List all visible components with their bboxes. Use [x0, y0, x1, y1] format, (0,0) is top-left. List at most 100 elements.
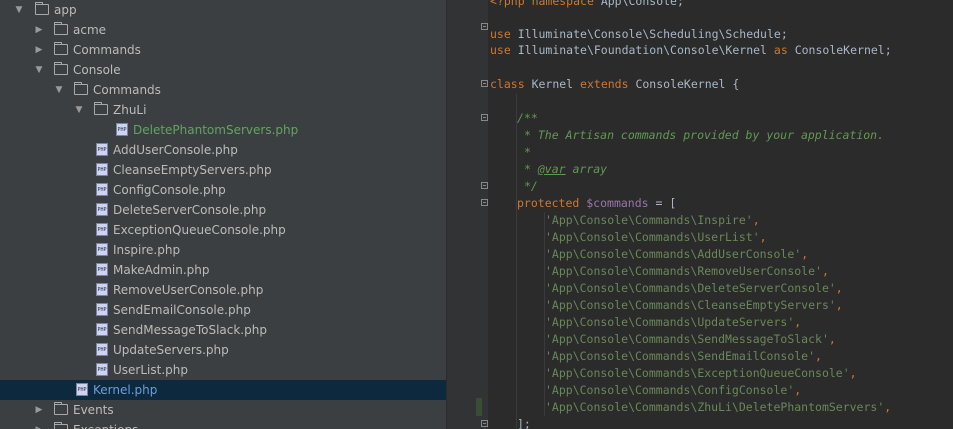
folder-icon: [54, 422, 68, 429]
keyword: protected: [517, 196, 580, 210]
tree-item-label: Kernel.php: [93, 383, 158, 397]
project-tree[interactable]: ▼ app ▶ acme ▶ Commands ▼ Console ▼ Comm…: [0, 0, 446, 429]
collapsed-arrow-icon[interactable]: ▶: [34, 400, 44, 420]
comma: ,: [835, 281, 843, 295]
tree-item-label: SendEmailConsole.php: [113, 303, 251, 317]
code-line-command: 'App\Console\Commands\CleanseEmptyServer…: [545, 297, 843, 314]
fold-marker-icon[interactable]: [481, 182, 488, 189]
tree-item-commands[interactable]: ▶ Commands: [0, 40, 446, 60]
tree-item-label: acme: [73, 23, 107, 37]
editor-gutter[interactable]: [453, 0, 488, 429]
tree-item-label: ConfigConsole.php: [113, 183, 226, 197]
command-string: 'App\Console\Commands\ConfigConsole': [545, 383, 795, 397]
php-file-icon: PHP: [96, 163, 108, 176]
command-string: 'App\Console\Commands\UpdateServers': [545, 315, 795, 329]
expanded-arrow-icon[interactable]: ▼: [14, 0, 24, 20]
code-line-command: 'App\Console\Commands\ZhuLi\DeletePhanto…: [545, 399, 891, 416]
fold-marker-icon[interactable]: [481, 114, 488, 121]
tree-item-file[interactable]: PHP ConfigConsole.php: [0, 180, 446, 200]
tree-item-kernel-selected[interactable]: PHP Kernel.php: [0, 380, 446, 400]
tree-item-zhuli[interactable]: ▼ ZhuLi: [0, 100, 446, 120]
command-string: 'App\Console\Commands\Inspire': [545, 213, 753, 227]
panel-splitter[interactable]: [446, 0, 453, 429]
tree-item-file[interactable]: PHP RemoveUserConsole.php: [0, 280, 446, 300]
tree-item-label: Events: [73, 403, 114, 417]
namespace-name: App\Console;: [600, 0, 684, 8]
keyword: class: [490, 77, 525, 91]
tree-item-console[interactable]: ▼ Console: [0, 60, 446, 80]
doc-type: array: [565, 162, 608, 176]
folder-icon: [54, 42, 68, 55]
tree-item-file[interactable]: PHP SendMessageToSlack.php: [0, 320, 446, 340]
import-alias: ConsoleKernel;: [794, 43, 892, 57]
tree-item-file[interactable]: PHP DeletePhantomServers.php: [0, 120, 446, 140]
folder-icon: [54, 62, 68, 75]
keyword: extends: [580, 77, 629, 91]
expanded-arrow-icon[interactable]: ▼: [34, 60, 44, 80]
tree-item-label: UserList.php: [113, 363, 188, 377]
tree-item-file[interactable]: PHP SendEmailConsole.php: [0, 300, 446, 320]
fold-marker-icon[interactable]: [481, 23, 488, 30]
keyword: use: [490, 43, 511, 57]
fold-marker-icon[interactable]: [481, 80, 488, 87]
code-line-command: 'App\Console\Commands\DeleteServerConsol…: [545, 280, 843, 297]
doc-comment-close: */: [524, 179, 538, 193]
comma: ,: [821, 264, 829, 278]
code-line-command: 'App\Console\Commands\SendMessageToSlack…: [545, 331, 836, 348]
command-string: 'App\Console\Commands\CleanseEmptyServer…: [545, 298, 836, 312]
folder-icon: [54, 22, 68, 35]
comma: ,: [801, 247, 809, 261]
collapsed-arrow-icon[interactable]: ▶: [34, 40, 44, 60]
tree-item-file[interactable]: PHP ExceptionQueueConsole.php: [0, 220, 446, 240]
php-file-icon: PHP: [96, 223, 108, 236]
tree-item-exceptions[interactable]: ▶ Exceptions: [0, 420, 446, 429]
comma: ,: [794, 383, 802, 397]
tree-item-label: Commands: [93, 83, 161, 97]
command-string: 'App\Console\Commands\ExceptionQueueCons…: [545, 366, 850, 380]
command-string: 'App\Console\Commands\RemoveUserConsole': [545, 264, 822, 278]
php-file-icon: PHP: [96, 323, 108, 336]
tree-item-label: Inspire.php: [113, 243, 181, 257]
php-file-icon: PHP: [96, 303, 108, 316]
tree-item-file[interactable]: PHP AddUserConsole.php: [0, 140, 446, 160]
code-line-command: 'App\Console\Commands\UpdateServers',: [545, 314, 801, 331]
php-open-tag: <?php: [490, 0, 525, 8]
tree-item-label: MakeAdmin.php: [113, 263, 210, 277]
doc-comment-star: *: [524, 145, 531, 159]
tree-item-file[interactable]: PHP UserList.php: [0, 360, 446, 380]
expanded-arrow-icon[interactable]: ▼: [74, 100, 84, 120]
fold-marker-icon[interactable]: [481, 420, 488, 427]
tree-item-file[interactable]: PHP DeleteServerConsole.php: [0, 200, 446, 220]
folder-icon: [35, 2, 49, 15]
tree-item-events[interactable]: ▶ Events: [0, 400, 446, 420]
tree-item-console-commands[interactable]: ▼ Commands: [0, 80, 446, 100]
import-path: Illuminate\Console\Scheduling\Schedule;: [517, 27, 788, 41]
code-line-use-kernel: use Illuminate\Foundation\Console\Kernel…: [490, 42, 892, 59]
tree-item-app[interactable]: ▼ app: [0, 0, 446, 20]
tree-item-label: SendMessageToSlack.php: [113, 323, 267, 337]
doc-comment-line: * The Artisan commands provided by your …: [524, 128, 885, 142]
fold-marker-icon[interactable]: [481, 199, 488, 206]
expanded-arrow-icon[interactable]: ▼: [54, 80, 64, 100]
comma: ,: [835, 298, 843, 312]
php-file-icon: PHP: [96, 183, 108, 196]
parent-class: ConsoleKernel {: [635, 77, 740, 91]
code-line-command: 'App\Console\Commands\UserList',: [545, 229, 767, 246]
keyword: namespace: [531, 0, 594, 8]
collapsed-arrow-icon[interactable]: ▶: [34, 20, 44, 40]
collapsed-arrow-icon[interactable]: ▶: [34, 420, 44, 429]
keyword: use: [490, 27, 511, 41]
tree-item-file[interactable]: PHP Inspire.php: [0, 240, 446, 260]
command-string: 'App\Console\Commands\DeleteServerConsol…: [545, 281, 836, 295]
code-editor[interactable]: <?php namespace App\Console; use Illumin…: [490, 0, 953, 429]
tree-item-file[interactable]: PHP CleanseEmptyServers.php: [0, 160, 446, 180]
indent-guide: [516, 94, 517, 429]
code-line-command: 'App\Console\Commands\ConfigConsole',: [545, 382, 801, 399]
tree-item-file[interactable]: PHP MakeAdmin.php: [0, 260, 446, 280]
folder-icon: [54, 402, 68, 415]
tree-item-file[interactable]: PHP UpdateServers.php: [0, 340, 446, 360]
tree-item-label: Console: [73, 63, 121, 77]
tree-item-acme[interactable]: ▶ acme: [0, 20, 446, 40]
code-line-command: 'App\Console\Commands\ExceptionQueueCons…: [545, 365, 857, 382]
tree-item-label: DeletePhantomServers.php: [133, 123, 299, 137]
